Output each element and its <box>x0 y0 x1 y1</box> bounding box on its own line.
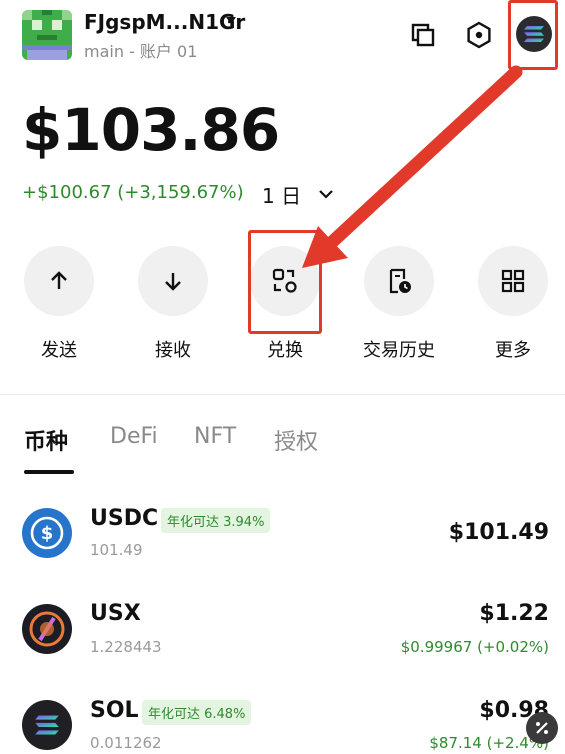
edit-fab-icon[interactable] <box>526 712 558 744</box>
tutorial-arrow-icon <box>302 65 523 268</box>
